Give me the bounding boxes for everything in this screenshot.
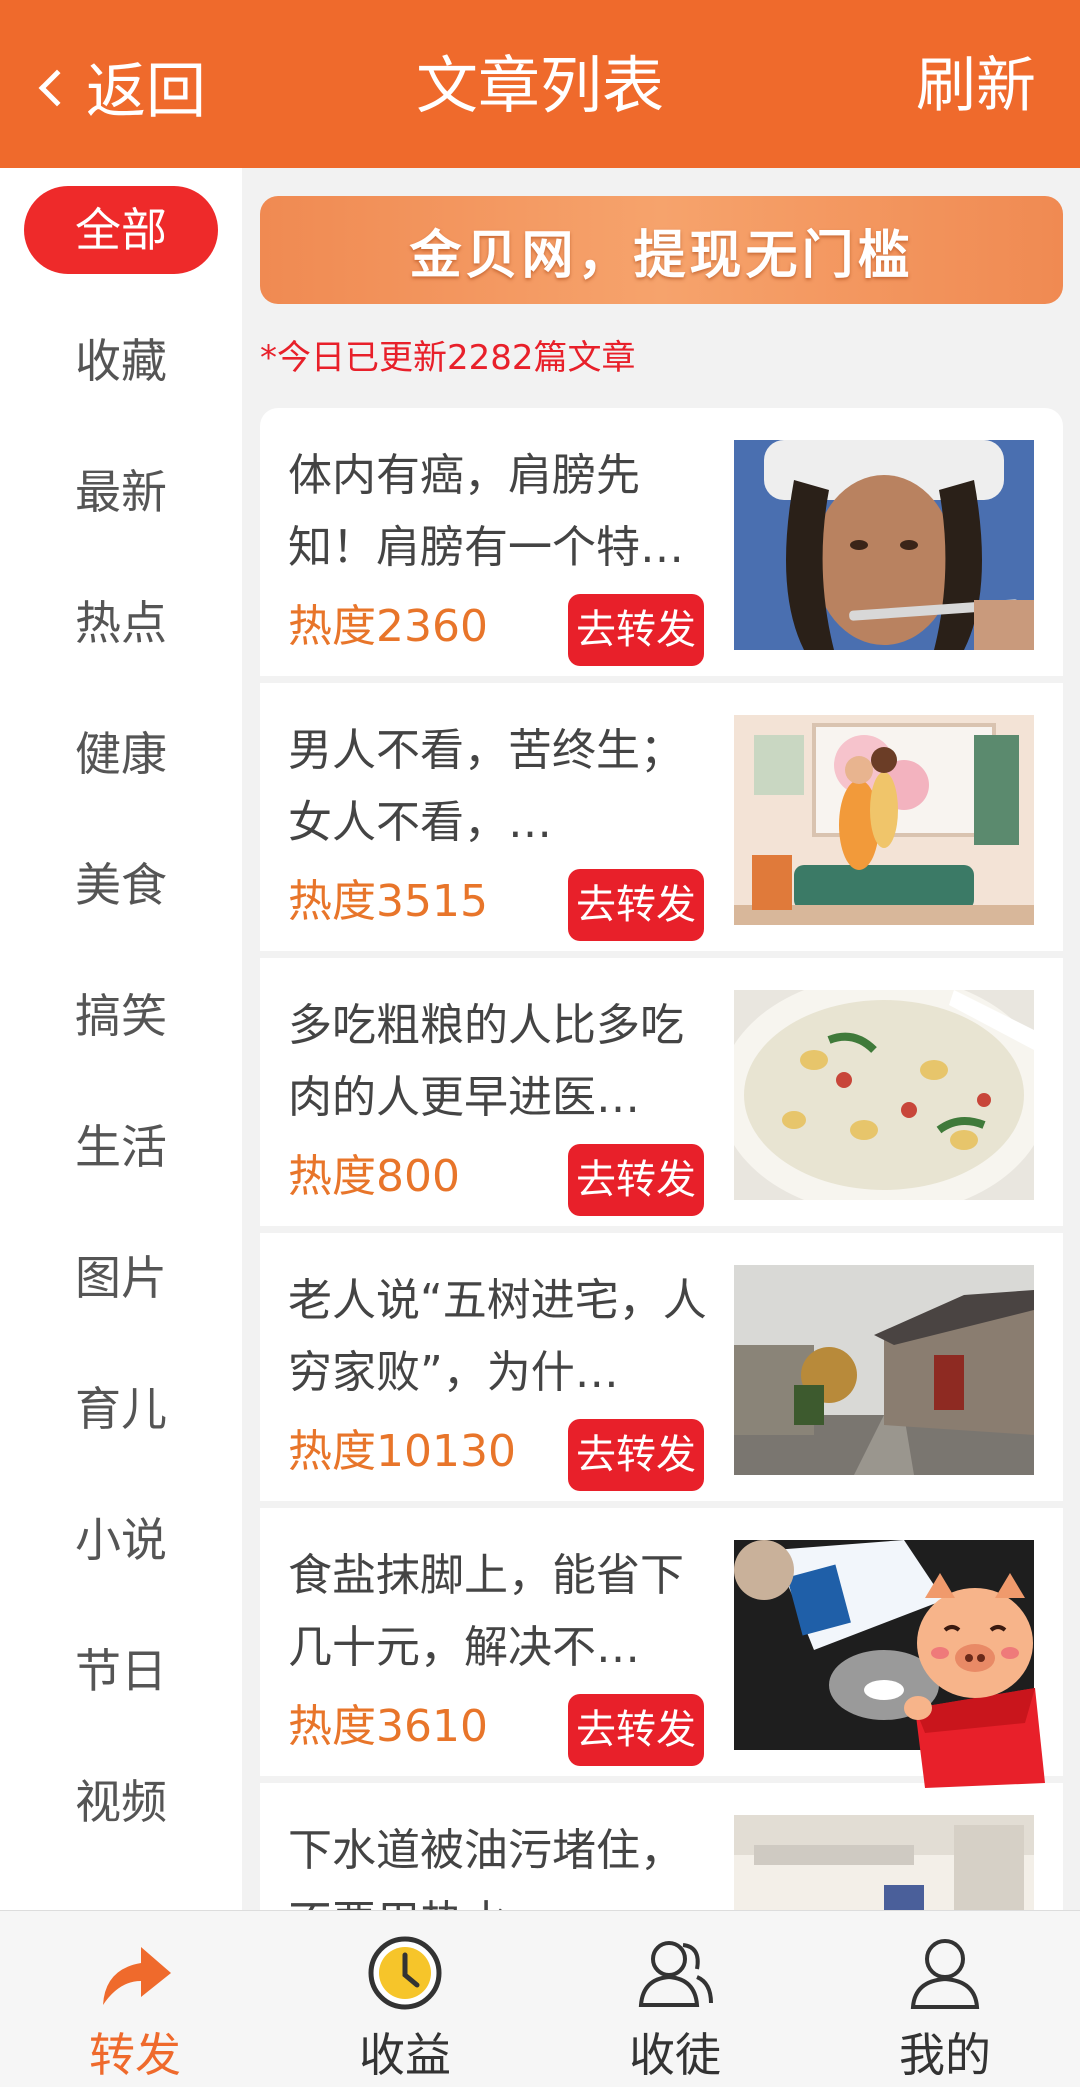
article-card[interactable]: 体内有癌，肩膀先知！肩膀有一个特… 热度2360 去转发	[260, 408, 1063, 676]
article-card[interactable]: 男人不看，苦终生； 女人不看，… 热度3515 去转发	[260, 683, 1063, 951]
category-pictures[interactable]: 图片	[24, 1234, 218, 1322]
article-heat: 热度10130	[288, 1426, 516, 1477]
category-food[interactable]: 美食	[24, 841, 218, 929]
category-favorites[interactable]: 收藏	[24, 317, 218, 405]
tab-label: 转发	[89, 2028, 181, 2082]
article-heat: 热度3515	[288, 876, 488, 927]
app-header: 返回 文章列表 刷新	[0, 0, 1080, 168]
article-title: 食盐抹脚上，能省下几十元，解决不…	[288, 1550, 684, 1673]
article-thumbnail	[734, 1265, 1034, 1475]
share-button[interactable]: 去转发	[568, 1694, 704, 1766]
article-card[interactable]: 多吃粗粮的人比多吃肉的人更早进医… 热度800 去转发	[260, 958, 1063, 1226]
category-funny[interactable]: 搞笑	[24, 972, 218, 1060]
category-hot[interactable]: 热点	[24, 579, 218, 667]
category-health[interactable]: 健康	[24, 710, 218, 798]
article-thumbnail	[734, 440, 1034, 650]
banner-text: 金贝网，提现无门槛	[409, 225, 914, 286]
article-thumbnail	[734, 715, 1034, 925]
tab-recruit[interactable]: 收徒	[540, 1911, 810, 2087]
tab-earnings[interactable]: 收益	[270, 1911, 540, 2087]
article-title: 老人说“五树进宅，人穷家败”，为什…	[288, 1275, 707, 1398]
refresh-button[interactable]: 刷新	[916, 46, 1036, 126]
share-button[interactable]: 去转发	[568, 594, 704, 666]
article-card[interactable]: 老人说“五树进宅，人穷家败”，为什… 热度10130 去转发	[260, 1233, 1063, 1501]
article-title: 体内有癌，肩膀先知！肩膀有一个特…	[288, 450, 684, 573]
share-button[interactable]: 去转发	[568, 1419, 704, 1491]
share-arrow-icon	[103, 1947, 171, 2005]
article-title: 多吃粗粮的人比多吃肉的人更早进医…	[288, 1000, 684, 1123]
tab-label: 我的	[899, 2028, 991, 2082]
category-videos[interactable]: 视频	[24, 1758, 218, 1846]
article-heat: 热度800	[288, 1151, 460, 1202]
users-icon	[638, 1941, 713, 2007]
update-notice: *今日已更新2282篇文章	[260, 338, 636, 378]
share-button[interactable]: 去转发	[568, 1144, 704, 1216]
category-life[interactable]: 生活	[24, 1103, 218, 1191]
tab-label: 收徒	[629, 2028, 721, 2082]
tab-me[interactable]: 我的	[810, 1911, 1080, 2087]
user-icon	[910, 1939, 980, 2009]
article-title: 男人不看，苦终生； 女人不看，…	[288, 725, 684, 848]
article-heat: 热度2360	[288, 601, 488, 652]
bottom-tab-bar: 转发 收益 收徒 我的	[0, 1910, 1080, 2087]
article-thumbnail	[734, 990, 1034, 1200]
category-holidays[interactable]: 节日	[24, 1627, 218, 1715]
category-all[interactable]: 全部	[24, 186, 218, 274]
article-heat: 热度3610	[288, 1701, 488, 1752]
promo-banner[interactable]: 金贝网，提现无门槛	[260, 196, 1063, 304]
share-button[interactable]: 去转发	[568, 869, 704, 941]
clock-icon	[368, 1936, 442, 2010]
tab-share[interactable]: 转发	[0, 1911, 270, 2087]
category-parenting[interactable]: 育儿	[24, 1365, 218, 1453]
category-latest[interactable]: 最新	[24, 448, 218, 536]
category-sidebar: 全部 收藏 最新 热点 健康 美食 搞笑 生活 图片 育儿 小说 节日 视频	[0, 168, 242, 1910]
category-novels[interactable]: 小说	[24, 1496, 218, 1584]
red-envelope-pig-icon[interactable]	[900, 1558, 1050, 1788]
tab-label: 收益	[359, 2028, 451, 2082]
